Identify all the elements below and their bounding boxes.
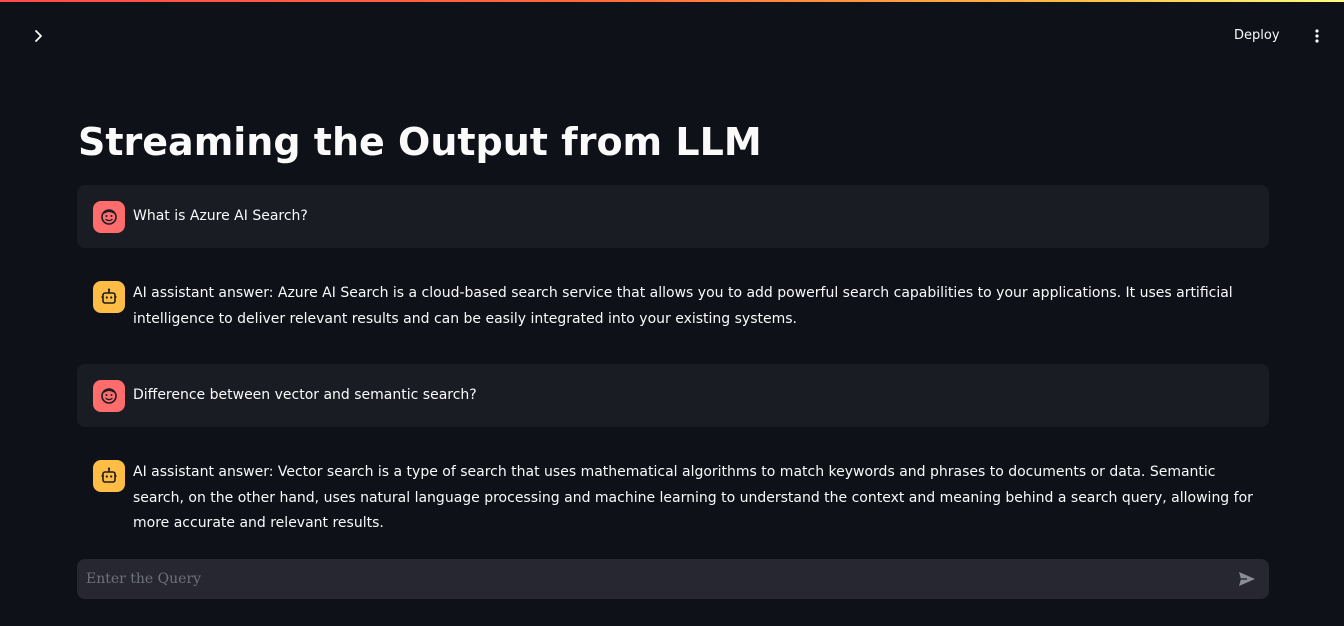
robot-icon <box>101 288 117 304</box>
message-text: What is Azure AI Search? <box>133 208 308 224</box>
user-face-icon <box>101 209 117 225</box>
message-text: Difference between vector and semantic s… <box>133 387 477 403</box>
assistant-avatar <box>93 460 125 492</box>
chat-message-user: What is Azure AI Search? <box>77 185 1269 248</box>
message-text: AI assistant answer: Azure AI Search is … <box>133 285 1233 327</box>
assistant-avatar <box>93 281 125 313</box>
page-title: Streaming the Output from LLM <box>78 120 762 164</box>
query-input[interactable] <box>77 559 1217 599</box>
user-face-icon <box>101 388 117 404</box>
chevron-right-icon <box>35 30 42 42</box>
chat-message-assistant: AI assistant answer: Vector search is a … <box>77 443 1269 547</box>
deploy-button[interactable]: Deploy <box>1234 24 1280 48</box>
main-menu-button[interactable] <box>1305 24 1329 48</box>
vertical-dots-icon <box>1315 29 1319 43</box>
send-button[interactable] <box>1235 567 1259 591</box>
chat-message-user: Difference between vector and semantic s… <box>77 364 1269 427</box>
robot-icon <box>101 467 117 483</box>
app-header: Deploy <box>0 2 1344 60</box>
user-avatar <box>93 201 125 233</box>
send-icon <box>1239 572 1255 586</box>
user-avatar <box>93 380 125 412</box>
chat-input-container <box>77 559 1269 599</box>
message-text: AI assistant answer: Vector search is a … <box>133 464 1253 531</box>
sidebar-toggle-button[interactable] <box>26 24 50 48</box>
chat-message-assistant: AI assistant answer: Azure AI Search is … <box>77 264 1269 348</box>
